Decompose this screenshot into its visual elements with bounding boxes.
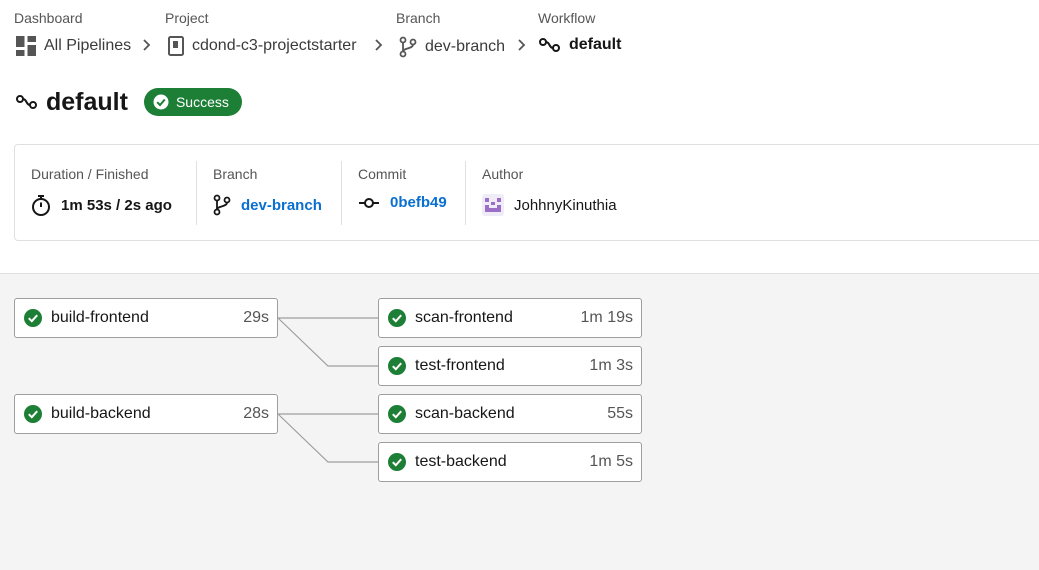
branch-icon [399,36,417,58]
breadcrumb: Dashboard All Pipelines Project cdond-c3… [14,0,1034,70]
breadcrumb-project-label: Project [165,10,209,26]
commit-label: Commit [358,166,407,182]
chevron-right-icon [374,38,384,57]
chevron-right-icon [517,38,527,57]
success-check-icon [388,405,406,423]
job-node[interactable]: scan-frontend 1m 19s [378,298,642,338]
branch-value[interactable]: dev-branch [241,197,322,214]
job-name: scan-frontend [415,309,513,326]
breadcrumb-workflow-text: default [569,36,622,53]
job-name: test-backend [415,453,507,470]
breadcrumb-branch-text: dev-branch [425,38,506,55]
repo-icon [168,36,184,56]
check-circle-icon [153,94,169,110]
page-title: default [46,87,128,116]
author-section: Author JohhnyKinuthia [465,161,685,225]
breadcrumb-all-pipelines-link[interactable]: All Pipelines [16,36,131,56]
duration-value: 1m 53s / 2s ago [61,196,172,214]
workflow-info-card: Duration / Finished 1m 53s / 2s ago Bran… [14,144,1039,241]
breadcrumb-all-pipelines-text: All Pipelines [44,37,132,54]
success-check-icon [388,453,406,471]
status-badge: Success [143,88,242,116]
breadcrumb-branch-label: Branch [396,10,441,26]
job-node[interactable]: build-frontend 29s [14,298,278,338]
job-duration: 29s [243,309,269,326]
success-check-icon [24,405,42,423]
workflow-icon [539,36,561,54]
job-duration: 1m 19s [580,309,633,326]
job-duration: 1m 5s [589,453,633,470]
job-node[interactable]: build-backend 28s [14,394,278,434]
branch-section: Branch dev-branch [196,161,342,225]
job-duration: 55s [607,405,633,422]
avatar [482,194,504,216]
job-name: build-backend [51,405,151,422]
author-value-row: JohhnyKinuthia [482,194,617,216]
job-node[interactable]: scan-backend 55s [378,394,642,434]
job-name: build-frontend [51,309,149,326]
job-node[interactable]: test-backend 1m 5s [378,442,642,482]
commit-link[interactable]: 0befb49 [358,194,447,211]
commit-section: Commit 0befb49 [341,161,466,225]
commit-icon [358,196,380,210]
branch-label: Branch [213,166,258,182]
breadcrumb-branch-link[interactable]: dev-branch [399,36,505,58]
job-name: test-frontend [415,357,505,374]
chevron-right-icon [142,38,152,57]
breadcrumb-dashboard-label: Dashboard [14,10,83,26]
workflow-icon [16,93,38,111]
breadcrumb-workflow-label: Workflow [538,10,596,26]
workflow-graph: build-frontend 29s scan-frontend 1m 19s … [0,273,1039,570]
job-duration: 28s [243,405,269,422]
job-node[interactable]: test-frontend 1m 3s [378,346,642,386]
breadcrumb-workflow-current: default [539,36,621,54]
job-name: scan-backend [415,405,515,422]
success-check-icon [24,309,42,327]
success-check-icon [388,309,406,327]
success-check-icon [388,357,406,375]
dashboard-icon [16,36,36,56]
duration-label: Duration / Finished [31,166,149,182]
breadcrumb-project-text: cdond-c3-projectstarter [192,37,357,54]
status-badge-text: Success [175,94,229,110]
breadcrumb-project-link[interactable]: cdond-c3-projectstarter [168,36,357,56]
stopwatch-icon [31,194,51,216]
branch-link[interactable]: dev-branch [213,194,322,216]
job-duration: 1m 3s [589,357,633,374]
branch-icon [213,194,231,216]
author-label: Author [482,166,524,182]
page-header: default Success [16,86,242,118]
author-value: JohhnyKinuthia [514,196,617,214]
duration-value-row: 1m 53s / 2s ago [31,194,172,216]
duration-section: Duration / Finished 1m 53s / 2s ago [15,161,197,225]
commit-value[interactable]: 0befb49 [390,194,447,211]
